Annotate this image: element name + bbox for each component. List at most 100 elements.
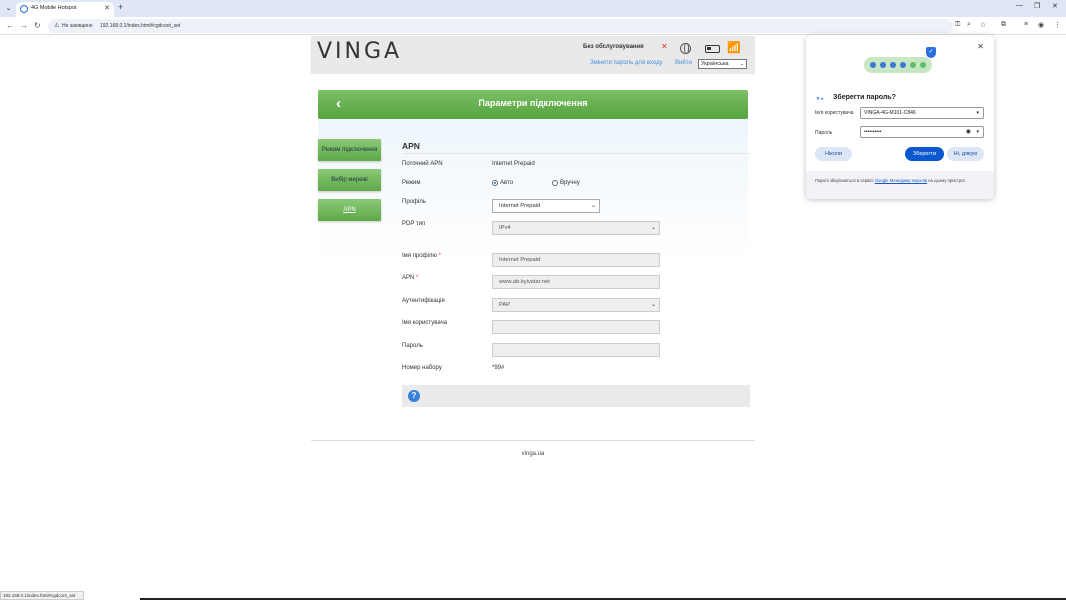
content-area: Режим підключення Вибір мережі APN APN П… (318, 119, 750, 407)
password-dots-illustration (864, 57, 932, 73)
caret-down-icon: ▾ (976, 110, 979, 116)
auth-value: PAP (499, 302, 511, 308)
password-manager-link[interactable]: Google Менеджер паролів (875, 178, 927, 183)
language-value: Українська (701, 61, 729, 67)
minimize-icon[interactable]: — (1016, 2, 1023, 9)
address-bar[interactable]: ⚠ Не захищено 192.168.0.1/index.html#cgd… (48, 19, 953, 33)
required-mark: * (416, 275, 419, 281)
profile-avatar-icon[interactable]: ◉ (1038, 21, 1044, 29)
favicon-icon (20, 5, 28, 13)
mode-auto-radio[interactable] (492, 180, 498, 186)
tab-title: 4G Mobile Hotspot (31, 5, 77, 11)
section-title: APN (402, 141, 420, 151)
never-button[interactable]: Ніколи (815, 147, 852, 161)
pdp-label: PDP тип (402, 221, 426, 227)
battery-icon (705, 45, 720, 53)
change-password-link[interactable]: Змінити пароль для входу (590, 60, 663, 66)
forward-nav-icon[interactable]: → (20, 21, 28, 30)
footer-divider (311, 440, 755, 441)
apn-label: APN * (402, 275, 419, 281)
popup-password-label: Пароль (815, 130, 833, 136)
window-close-icon[interactable]: ✕ (1052, 2, 1058, 10)
help-box: ? (402, 385, 750, 407)
media-icon[interactable]: ≡ (1024, 21, 1028, 28)
tab-close-icon[interactable]: ✕ (104, 4, 110, 12)
reload-icon[interactable]: ↻ (34, 21, 41, 30)
current-apn-value: Internet Prepaid (492, 161, 535, 167)
apn-field[interactable]: www.ab.kyivstar.net (492, 275, 660, 289)
profile-value: Internet Prepaid (499, 203, 541, 209)
shield-check-icon: ✓ (926, 47, 936, 58)
chevron-down-icon: ⌄ (650, 302, 656, 308)
wifi-icon: 📶 (727, 42, 741, 54)
popup-username-label: Ім'я користувача (815, 110, 854, 116)
required-mark: * (438, 253, 441, 259)
auth-select[interactable]: PAP ⌄ (492, 298, 660, 312)
close-icon[interactable]: ✕ (977, 42, 984, 51)
popup-password-field[interactable]: •••••••••• ◉ ▾ (860, 126, 984, 138)
dialog-footer: Паролі зберігаються в сервісі Google Мен… (806, 171, 994, 199)
tab-search-icon[interactable]: ⌄ (3, 3, 14, 14)
menu-kebab-icon[interactable]: ⋮ (1054, 21, 1061, 29)
pdp-value: IPv4 (499, 225, 511, 231)
footer-link[interactable]: vinga.ua (311, 451, 755, 457)
dialog-title: Зберегти пароль? (833, 94, 896, 101)
password-field[interactable] (492, 343, 660, 357)
popup-username-value: VINGA-4G-M101-C846 (864, 110, 916, 116)
footer-note: Паролі зберігаються в сервісі Google Мен… (815, 178, 966, 183)
vinga-logo: VINGA (317, 39, 403, 64)
warning-icon[interactable]: ⚠ (54, 22, 59, 29)
sidebar-item-apn[interactable]: APN (318, 199, 381, 221)
pdp-type-select[interactable]: IPv4 ⌄ (492, 221, 660, 235)
back-nav-icon[interactable]: ← (6, 21, 14, 30)
mode-manual-label: Вручну (560, 180, 580, 186)
page-header: VINGA Без обслуговування ✕ 📶 Змінити пар… (311, 36, 755, 74)
section-divider (402, 153, 750, 154)
logout-link[interactable]: Вийти (675, 60, 692, 66)
security-label[interactable]: Не захищено (62, 23, 93, 29)
status-bar-url: 192.168.0.1/index.html#cgdcont_set (0, 591, 84, 600)
zoom-icon[interactable]: ⌕ (967, 21, 971, 29)
restore-icon[interactable]: ❐ (1034, 2, 1040, 10)
bookmark-star-icon[interactable]: ☆ (980, 21, 986, 29)
sidebar-item-network-select[interactable]: Вибір мережі (318, 169, 381, 191)
profile-name-label: Імя профілю * (402, 253, 441, 259)
mode-auto-label: Авто (500, 180, 514, 186)
help-icon[interactable]: ? (408, 390, 420, 402)
service-status: Без обслуговування (583, 44, 644, 50)
profile-select[interactable]: Internet Prepaid ⌄ (492, 199, 600, 213)
eye-icon[interactable]: ◉ (966, 127, 971, 137)
password-label: Пароль (402, 343, 423, 349)
url-text[interactable]: 192.168.0.1/index.html#cgdcont_set (100, 23, 180, 29)
username-field[interactable] (492, 320, 660, 334)
save-button[interactable]: Зберегти (905, 147, 944, 161)
chevron-down-icon: ⌄ (650, 225, 656, 231)
google-key-icon: ⚬▪ (815, 96, 824, 103)
chevron-down-icon: ⌄ (590, 203, 596, 209)
no-signal-icon: ✕ (661, 42, 668, 51)
auth-label: Аутентифікація (402, 298, 445, 304)
popup-username-select[interactable]: VINGA-4G-M101-C846 ▾ (860, 107, 984, 119)
username-label: Імя користувача (402, 320, 448, 326)
current-apn-label: Поточний APN (402, 161, 443, 167)
globe-network-icon (680, 43, 691, 54)
browser-tab-bar: ⌄ 4G Mobile Hotspot ✕ + — ❐ ✕ (0, 0, 1066, 17)
password-illustration: ✓ (858, 43, 942, 87)
browser-toolbar: ← → ↻ ⚠ Не захищено 192.168.0.1/index.ht… (0, 17, 1066, 35)
dial-number-label: Номер набору (402, 365, 442, 371)
profile-label: Профіль (402, 199, 426, 205)
password-key-icon[interactable]: ⚿ (955, 21, 960, 29)
profile-name-field[interactable]: Internet Prepaid (492, 253, 660, 267)
sidebar-item-connection-mode[interactable]: Режим підключення (318, 139, 381, 161)
popup-password-value: •••••••••• (864, 129, 882, 135)
page-title: Параметри підключення (478, 98, 588, 108)
mode-label: Режим (402, 180, 421, 186)
mode-manual-radio[interactable] (552, 180, 558, 186)
caret-down-icon[interactable]: ▾ (976, 127, 979, 137)
chevron-down-icon: ⌄ (739, 61, 744, 67)
language-select[interactable]: Українська ⌄ (698, 59, 747, 69)
new-tab-icon[interactable]: + (118, 2, 123, 12)
extensions-icon[interactable]: ⧉ (1001, 21, 1006, 29)
no-thanks-button[interactable]: Ні, дякую (947, 147, 984, 161)
browser-tab[interactable]: 4G Mobile Hotspot ✕ (16, 2, 114, 17)
